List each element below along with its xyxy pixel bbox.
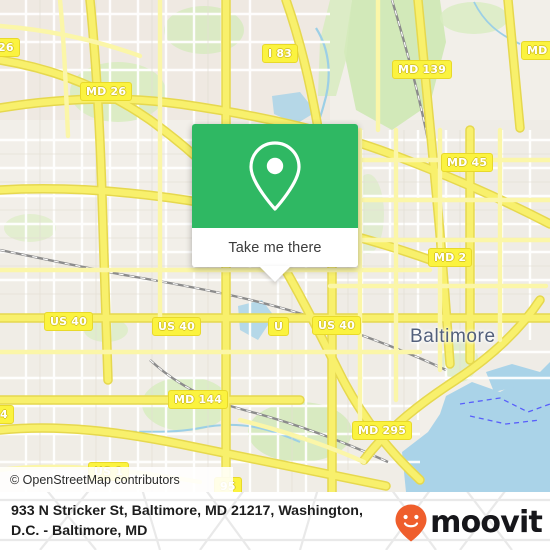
address-line-1: 933 N Stricker St, Baltimore, MD 21217, … [11,503,363,519]
highway-shield: US 40 [152,317,201,336]
highway-shield: MD 45 [441,153,494,172]
moovit-logo[interactable]: moovit [394,503,543,543]
osm-attribution[interactable]: © OpenStreetMap contributors [0,467,233,492]
highway-shield: I 83 [262,44,299,63]
highway-shield: MD 26 [80,82,133,101]
take-me-there-popup[interactable]: Take me there [192,124,358,282]
highway-shield: MD 295 [352,421,413,440]
highway-shield: US 40 [312,316,361,335]
map-pin-icon [249,141,301,211]
address-label: 933 N Stricker St, Baltimore, MD 21217, … [11,501,421,541]
moovit-wordmark: moovit [430,505,543,540]
highway-shield: 26 [0,38,20,57]
highway-shield: MD 139 [392,60,453,79]
popup-header [192,124,358,228]
city-label-baltimore: Baltimore [410,326,496,347]
address-line-2: D.C. - Baltimore, MD [11,523,148,539]
map-screenshot: 26 MD 26 I 83 MD 139 MD 5 MD 45 MD 2 US 40 US 40… [0,0,550,550]
take-me-there-button[interactable]: Take me there [192,228,358,267]
popup-pointer-tail [259,266,291,282]
highway-shield: MD 5 [521,41,550,60]
highway-shield: MD 144 [168,390,229,409]
highway-shield: 4 [0,405,14,424]
highway-shield: U [268,317,290,336]
footer-bar: 933 N Stricker St, Baltimore, MD 21217, … [0,492,550,550]
moovit-pin-smile-icon [395,504,427,542]
map-canvas[interactable]: 26 MD 26 I 83 MD 139 MD 5 MD 45 MD 2 US 40 US 40… [0,0,550,492]
highway-shield: MD 2 [428,248,473,267]
highway-shield: US 40 [44,312,93,331]
